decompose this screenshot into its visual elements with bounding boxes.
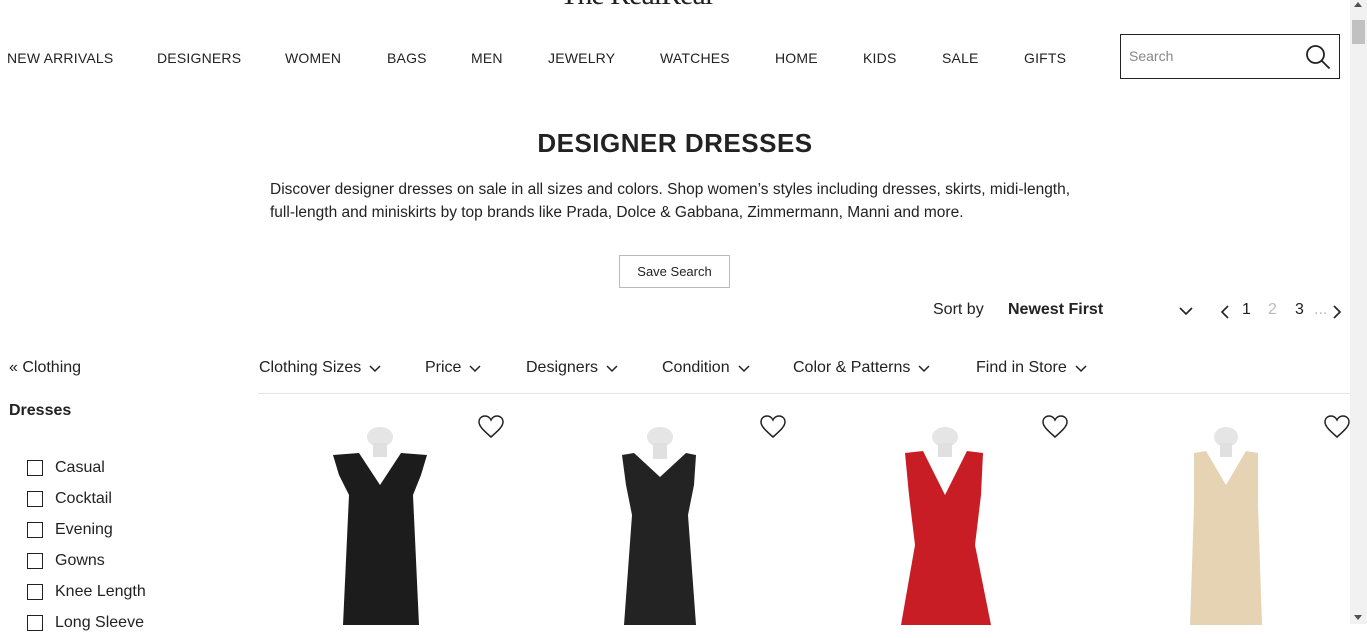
heart-icon[interactable] bbox=[1324, 415, 1350, 439]
search-input[interactable] bbox=[1127, 47, 1301, 65]
page-link-1[interactable]: 1 bbox=[1242, 301, 1251, 319]
product-card[interactable] bbox=[540, 405, 820, 625]
facet-color-patterns[interactable]: Color & Patterns bbox=[793, 359, 930, 377]
filter-label: Evening bbox=[55, 520, 113, 538]
facet-label: Price bbox=[425, 359, 462, 376]
back-to-clothing-link[interactable]: « Clothing bbox=[9, 359, 81, 377]
filter-item-knee-length[interactable]: Knee Length bbox=[27, 576, 146, 607]
product-image[interactable] bbox=[887, 425, 1007, 625]
filter-label: Knee Length bbox=[55, 582, 146, 600]
filter-label: Cocktail bbox=[55, 489, 112, 507]
dress-shape bbox=[1190, 451, 1262, 625]
product-card[interactable] bbox=[1104, 405, 1367, 625]
search-box bbox=[1120, 34, 1340, 79]
facet-label: Designers bbox=[526, 359, 599, 376]
category-heading: Dresses bbox=[9, 402, 72, 419]
dress-shape bbox=[333, 453, 427, 625]
chevron-down-icon bbox=[1075, 365, 1087, 373]
facet-price[interactable]: Price bbox=[425, 359, 481, 377]
dress-shape bbox=[622, 453, 696, 625]
search-icon[interactable] bbox=[1305, 44, 1331, 70]
checkbox[interactable] bbox=[27, 552, 43, 569]
chevron-down-icon[interactable] bbox=[1178, 304, 1194, 318]
checkbox[interactable] bbox=[27, 459, 43, 476]
filter-item-casual[interactable]: Casual bbox=[27, 452, 146, 483]
scroll-up-arrow-icon[interactable] bbox=[1354, 2, 1362, 7]
filter-item-long-sleeve[interactable]: Long Sleeve bbox=[27, 607, 146, 638]
nav-item-kids[interactable]: KIDS bbox=[863, 50, 896, 66]
heart-icon[interactable] bbox=[760, 415, 786, 439]
checkbox[interactable] bbox=[27, 583, 43, 600]
chevron-down-icon bbox=[918, 365, 930, 373]
page-title: DESIGNER DRESSES bbox=[537, 128, 813, 158]
nav-item-designers[interactable]: DESIGNERS bbox=[157, 50, 241, 66]
facet-find-in-store[interactable]: Find in Store bbox=[976, 359, 1087, 377]
facet-label: Clothing Sizes bbox=[259, 359, 362, 376]
filter-label: Casual bbox=[55, 458, 105, 476]
chevron-down-icon bbox=[738, 365, 750, 373]
dress-type-filter-list: Casual Cocktail Evening Gowns Knee Lengt… bbox=[27, 452, 146, 638]
nav-item-home[interactable]: HOME bbox=[775, 50, 818, 66]
page-link-2[interactable]: 2 bbox=[1268, 301, 1277, 319]
nav-item-gifts[interactable]: GIFTS bbox=[1024, 50, 1066, 66]
facet-label: Find in Store bbox=[976, 359, 1067, 376]
chevron-right-icon[interactable] bbox=[1331, 304, 1343, 320]
filter-label: Gowns bbox=[55, 551, 105, 569]
nav-item-bags[interactable]: BAGS bbox=[387, 50, 427, 66]
product-card[interactable] bbox=[258, 405, 538, 625]
nav-item-women[interactable]: WOMEN bbox=[285, 50, 341, 66]
nav-item-watches[interactable]: WATCHES bbox=[660, 50, 730, 66]
facet-clothing-sizes[interactable]: Clothing Sizes bbox=[259, 359, 381, 377]
save-search-button[interactable]: Save Search bbox=[619, 255, 730, 288]
product-card[interactable] bbox=[822, 405, 1102, 625]
site-logo[interactable]: The RealReal bbox=[560, 0, 713, 12]
scrollbar-thumb[interactable] bbox=[1352, 20, 1365, 44]
nav-item-jewelry[interactable]: JEWELRY bbox=[548, 50, 615, 66]
page-link-3[interactable]: 3 bbox=[1295, 301, 1304, 319]
product-image[interactable] bbox=[600, 425, 720, 625]
filter-item-cocktail[interactable]: Cocktail bbox=[27, 483, 146, 514]
sort-label: Sort by bbox=[933, 301, 984, 318]
checkbox[interactable] bbox=[27, 614, 43, 631]
product-image[interactable] bbox=[1166, 425, 1286, 625]
facet-designers[interactable]: Designers bbox=[526, 359, 618, 377]
nav-item-new-arrivals[interactable]: NEW ARRIVALS bbox=[7, 50, 113, 66]
chevron-down-icon bbox=[606, 365, 618, 373]
nav-item-sale[interactable]: SALE bbox=[942, 50, 979, 66]
heart-icon[interactable] bbox=[478, 415, 504, 439]
facet-divider bbox=[258, 393, 1350, 394]
checkbox[interactable] bbox=[27, 490, 43, 507]
chevron-left-icon[interactable] bbox=[1219, 304, 1231, 320]
checkbox[interactable] bbox=[27, 521, 43, 538]
filter-item-evening[interactable]: Evening bbox=[27, 514, 146, 545]
filter-label: Long Sleeve bbox=[55, 613, 144, 631]
page-description: Discover designer dresses on sale in all… bbox=[270, 181, 1071, 221]
nav-item-men[interactable]: MEN bbox=[471, 50, 503, 66]
dress-shape bbox=[901, 451, 991, 625]
heart-icon[interactable] bbox=[1042, 415, 1068, 439]
facet-condition[interactable]: Condition bbox=[662, 359, 750, 377]
sort-select[interactable]: Newest First bbox=[1008, 301, 1103, 319]
chevron-down-icon bbox=[369, 365, 381, 373]
filter-item-gowns[interactable]: Gowns bbox=[27, 545, 146, 576]
facet-label: Color & Patterns bbox=[793, 359, 911, 376]
facet-label: Condition bbox=[662, 359, 730, 376]
product-image[interactable] bbox=[323, 425, 443, 625]
chevron-down-icon bbox=[469, 365, 481, 373]
pagination-ellipsis: ... bbox=[1314, 301, 1328, 318]
